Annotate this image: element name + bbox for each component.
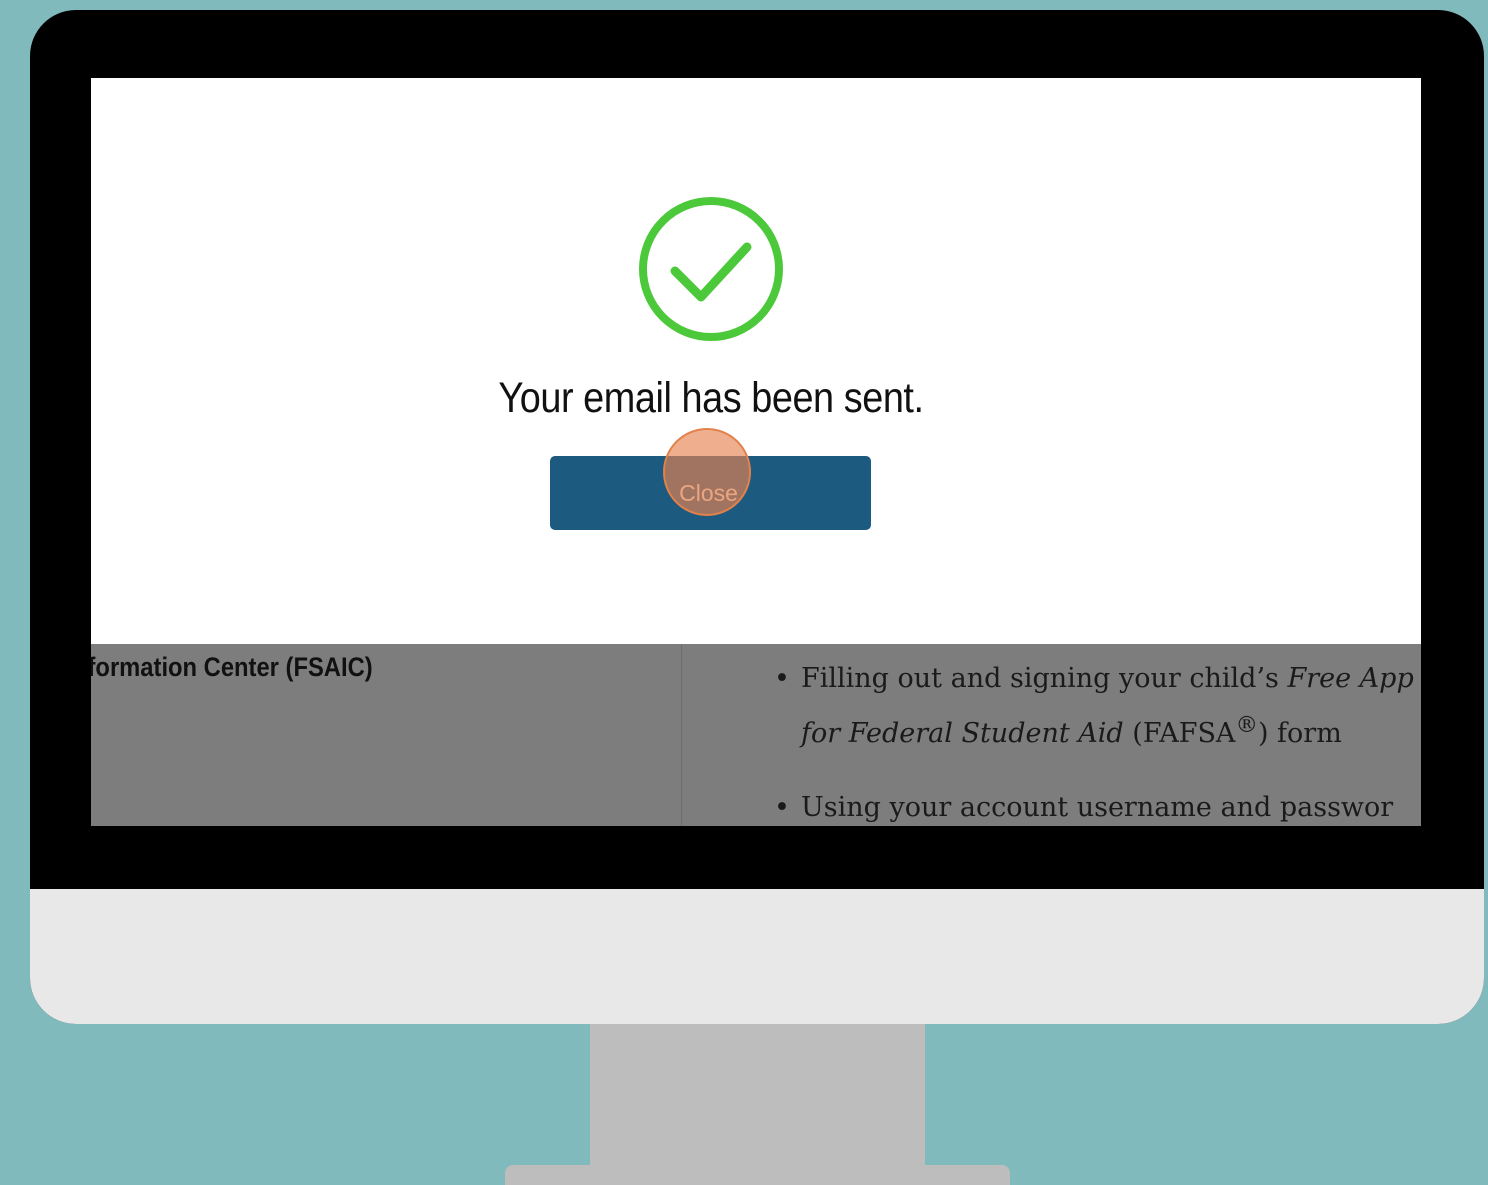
modal-title: Your email has been sent. <box>498 374 924 422</box>
list-item: • Using your account username and passwo… <box>774 785 1414 826</box>
background-column-divider <box>681 644 682 826</box>
monitor-stand-base <box>505 1165 1010 1185</box>
screen: nformation Center (FSAIC) • Filling out … <box>91 78 1421 826</box>
list-item: • Filling out and signing your child’s F… <box>774 656 1414 757</box>
background-heading: nformation Center (FSAIC) <box>91 652 373 682</box>
monitor-chin <box>30 889 1484 1024</box>
monitor-frame: nformation Center (FSAIC) • Filling out … <box>30 10 1484 1024</box>
background-bullet-list: • Filling out and signing your child’s F… <box>774 656 1414 826</box>
monitor-stand-neck <box>590 1020 925 1180</box>
check-circle-icon <box>637 195 785 343</box>
confirmation-modal: Your email has been sent. Close <box>91 78 1421 644</box>
close-button[interactable]: Close <box>550 428 871 530</box>
bullet-icon: • <box>774 792 790 823</box>
bullet-icon: • <box>774 663 790 694</box>
close-button-label: Close <box>679 480 738 506</box>
